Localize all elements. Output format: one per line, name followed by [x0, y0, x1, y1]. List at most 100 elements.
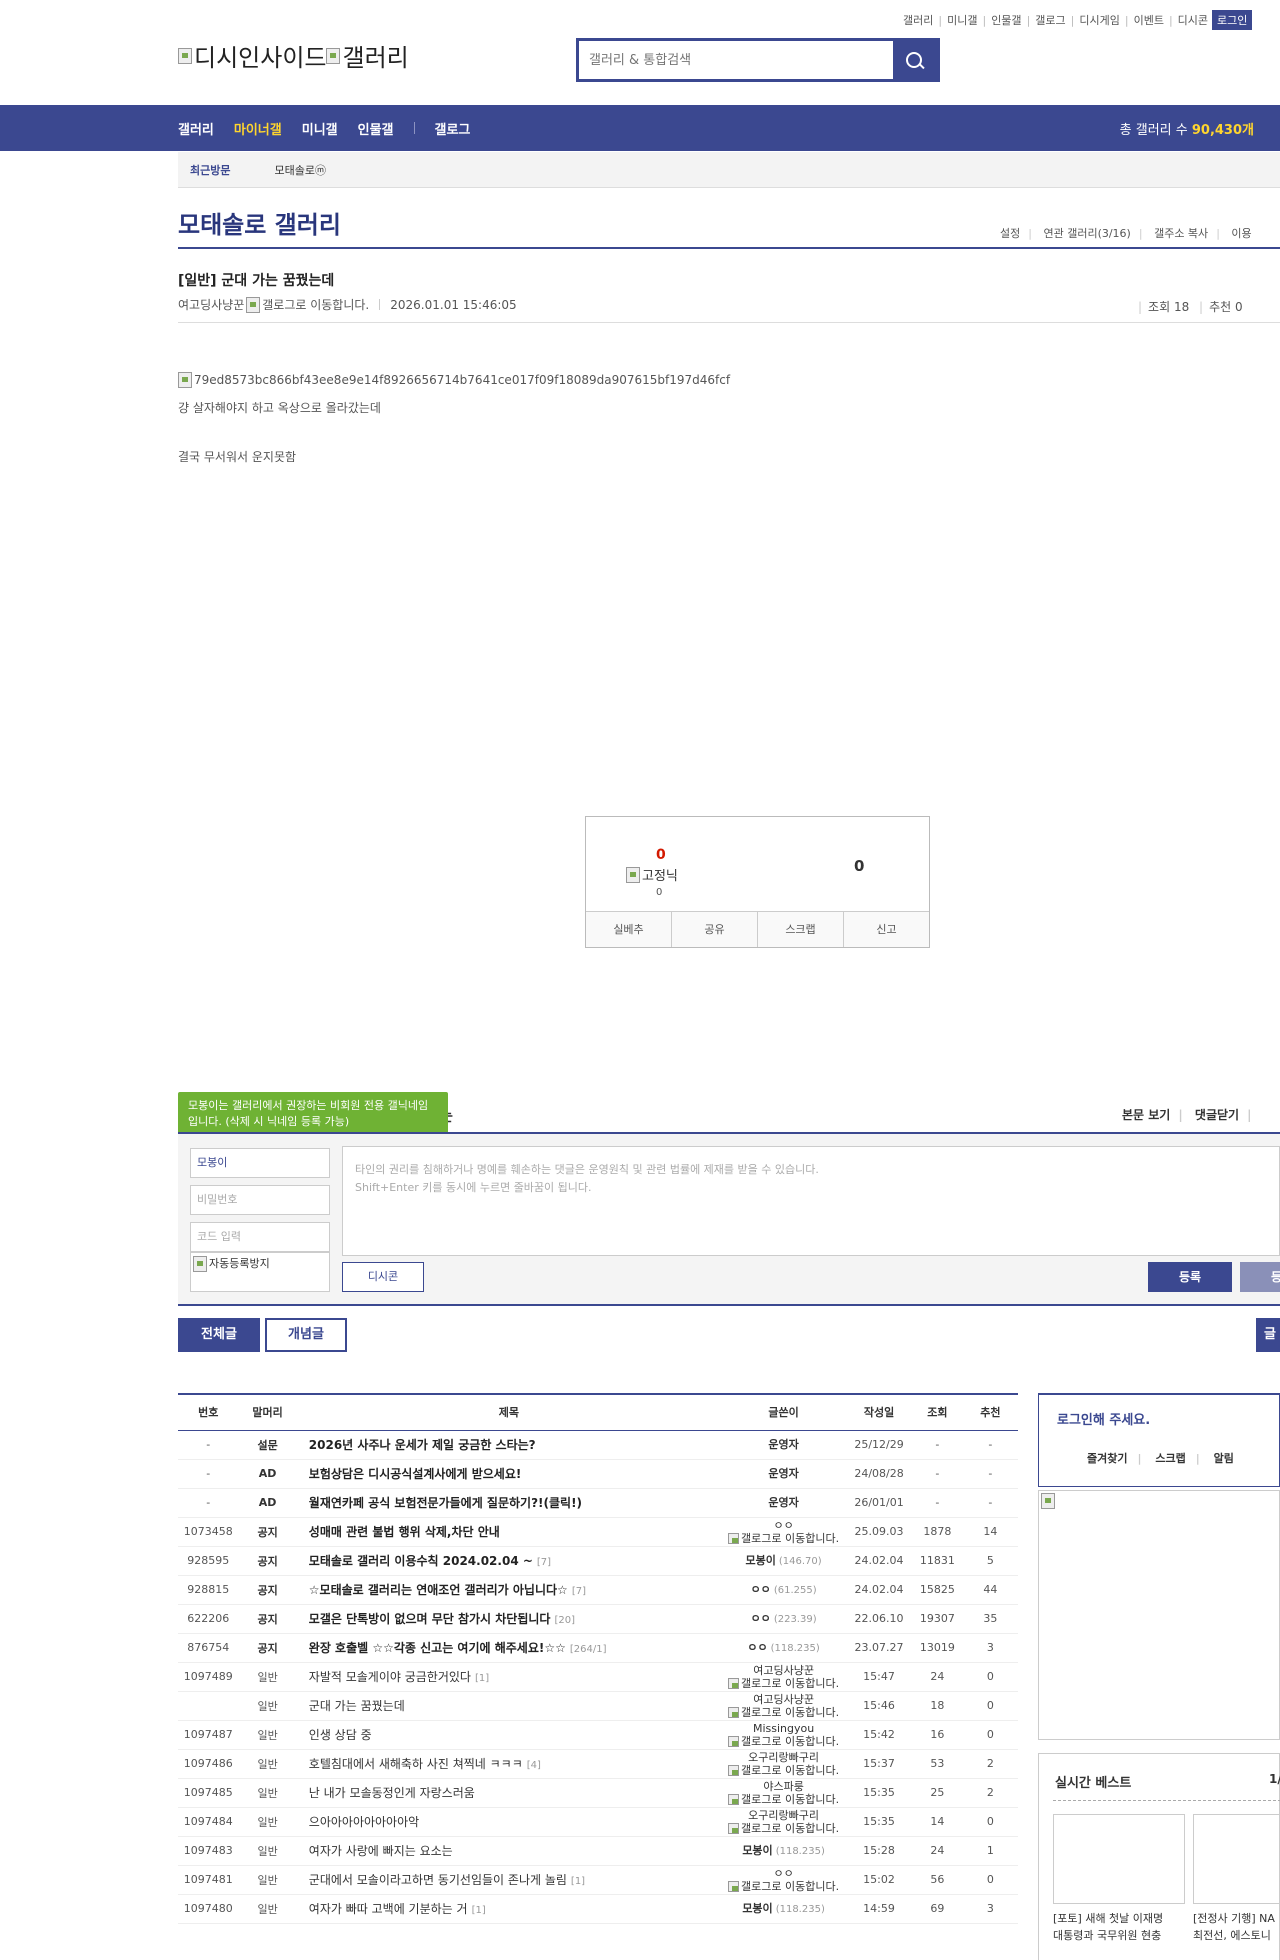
- side-favorites[interactable]: 즐겨찾기: [1087, 1452, 1127, 1465]
- scrap-button[interactable]: 스크랩: [758, 912, 844, 947]
- login-button[interactable]: 로그인: [1212, 10, 1253, 30]
- table-row[interactable]: 928815 공지 ☆모태솔로 갤러리는 연애조언 갤러리가 아닙니다☆ [7] ㅇㅇ(…: [178, 1575, 1018, 1605]
- topnav-event[interactable]: 이벤트: [1134, 12, 1164, 28]
- row-title[interactable]: 여자가 사랑에 빠지는 요소는: [296, 1836, 722, 1866]
- topnav-gallery[interactable]: 갤러리: [903, 12, 933, 28]
- row-writer[interactable]: ㅇㅇ (118.235): [721, 1633, 847, 1663]
- side-alarm[interactable]: 알림: [1214, 1452, 1234, 1465]
- comment-code-input[interactable]: 코드 입력: [190, 1222, 330, 1252]
- table-row[interactable]: 1097487 일반 인생 상담 중 Missingyou 갤로그로 이동합니다. 15:…: [178, 1720, 1018, 1750]
- row-reply-count[interactable]: [7]: [537, 1557, 551, 1568]
- best-thumb-1[interactable]: [1053, 1814, 1185, 1904]
- row-title-text[interactable]: ☆모태솔로 갤러리는 연애조언 갤러리가 아닙니다☆: [309, 1583, 568, 1597]
- row-reply-count[interactable]: [264/1]: [570, 1644, 607, 1655]
- view-post-button[interactable]: 본문 보기: [1122, 1108, 1170, 1122]
- table-row[interactable]: - 설문 2026년 사주나 운세가 제일 궁금한 스타는? 운영자 25/12/29-…: [178, 1430, 1018, 1460]
- row-title[interactable]: 완장 호출벨 ☆☆각종 신고는 여기에 해주세요!☆☆ [264/1]: [296, 1633, 722, 1663]
- table-row[interactable]: 928595 공지 모태솔로 갤러리 이용수칙 2024.02.04 ~ [7] 모봉이…: [178, 1546, 1018, 1576]
- topnav-game[interactable]: 디시게임: [1079, 12, 1119, 28]
- best-thumb-2[interactable]: [1193, 1814, 1280, 1904]
- side-scrap[interactable]: 스크랩: [1155, 1452, 1185, 1465]
- row-title[interactable]: 월재연카페 공식 보험전문가들에게 질문하기?!(클릭!): [296, 1488, 722, 1518]
- row-title-text[interactable]: 월재연카페 공식 보험전문가들에게 질문하기?!(클릭!): [309, 1496, 582, 1510]
- row-title-text[interactable]: 완장 호출벨 ☆☆각종 신고는 여기에 해주세요!☆☆: [309, 1641, 566, 1655]
- comment-submit-reply-button[interactable]: 등록: [1240, 1262, 1280, 1292]
- row-gallog-link[interactable]: 갤로그로 이동합니다.: [721, 1677, 846, 1690]
- row-writer[interactable]: 야스파룽 갤로그로 이동합니다.: [721, 1778, 847, 1808]
- row-title[interactable]: 자발적 모솔게이야 궁금한거있다 [1]: [296, 1662, 722, 1692]
- row-title[interactable]: 여자가 빠따 고백에 기분하는 거 [1]: [296, 1894, 722, 1924]
- post-author[interactable]: 여고딩사냥꾼: [178, 296, 244, 313]
- table-row[interactable]: 1097484 일반 으아아아아아아아아악 오구리랑빠구리 갤로그로 이동합니다. 15:…: [178, 1807, 1018, 1837]
- table-row[interactable]: 1097489 일반 자발적 모솔게이야 궁금한거있다 [1] 여고딩사냥꾼 갤로그로 이…: [178, 1662, 1018, 1692]
- row-gallog-link[interactable]: 갤로그로 이동합니다.: [721, 1822, 846, 1835]
- row-title[interactable]: 모갤은 단톡방이 없으며 무단 참가시 차단됩니다 [20]: [296, 1604, 722, 1634]
- nav-person-gallery[interactable]: 인물갤: [358, 119, 394, 138]
- row-writer[interactable]: 운영자: [721, 1430, 847, 1460]
- comment-nick-input[interactable]: 모봉이: [190, 1148, 330, 1178]
- row-title-text[interactable]: 난 내가 모솔동정인게 자랑스러움: [309, 1786, 475, 1800]
- row-title-text[interactable]: 호텔침대에서 새해축하 사진 쳐찍네 ㅋㅋㅋ: [309, 1757, 523, 1771]
- row-writer-name[interactable]: ㅇㅇ: [721, 1519, 846, 1532]
- row-reply-count[interactable]: [7]: [572, 1586, 586, 1597]
- topnav-dccon[interactable]: 디시콘: [1178, 12, 1208, 28]
- row-title-text[interactable]: 2026년 사주나 운세가 제일 궁금한 스타는?: [309, 1438, 536, 1452]
- table-row[interactable]: 622206 공지 모갤은 단톡방이 없으며 무단 참가시 차단됩니다 [20] ㅇㅇ(…: [178, 1604, 1018, 1634]
- write-button[interactable]: 글: [1256, 1318, 1280, 1352]
- row-writer-name[interactable]: 운영자: [721, 1438, 846, 1451]
- row-gallog-link[interactable]: 갤로그로 이동합니다.: [721, 1764, 846, 1777]
- nav-minor-gallery[interactable]: 마이너갤: [234, 119, 282, 138]
- row-writer-name[interactable]: Missingyou: [721, 1722, 846, 1735]
- topnav-mini[interactable]: 미니갤: [947, 12, 977, 28]
- table-row[interactable]: 1073458 공지 성매매 관련 불법 행위 삭제,차단 안내 ㅇㅇ 갤로그로 이동합…: [178, 1517, 1018, 1547]
- row-writer[interactable]: 모봉이 (118.235): [721, 1894, 847, 1924]
- side-ad-box[interactable]: [1038, 1490, 1280, 1740]
- row-title[interactable]: 성매매 관련 불법 행위 삭제,차단 안내: [296, 1517, 722, 1547]
- row-writer[interactable]: Missingyou 갤로그로 이동합니다.: [721, 1720, 847, 1750]
- gallog-icon[interactable]: [246, 296, 261, 313]
- row-reply-count[interactable]: [1]: [475, 1673, 489, 1684]
- row-title-text[interactable]: 여자가 사랑에 빠지는 요소는: [309, 1844, 453, 1858]
- table-row[interactable]: - AD 월재연카페 공식 보험전문가들에게 질문하기?!(클릭!) 운영자 26/01…: [178, 1488, 1018, 1518]
- row-title-text[interactable]: 모태솔로 갤러리 이용수칙 2024.02.04 ~: [309, 1554, 533, 1568]
- row-writer-name[interactable]: 오구리랑빠구리: [721, 1751, 846, 1764]
- row-writer-name[interactable]: 운영자: [721, 1467, 846, 1480]
- row-gallog-link[interactable]: 갤로그로 이동합니다.: [721, 1793, 846, 1806]
- table-row[interactable]: 1097481 일반 군대에서 모솔이라고하면 동기선임들이 존나게 놀림 [1] ㅇㅇ…: [178, 1865, 1018, 1895]
- row-writer-name[interactable]: 모봉이: [746, 1554, 776, 1567]
- row-gallog-link[interactable]: 갤로그로 이동합니다.: [721, 1735, 846, 1748]
- row-title-text[interactable]: 모갤은 단톡방이 없으며 무단 참가시 차단됩니다: [309, 1612, 551, 1626]
- row-gallog-link[interactable]: 갤로그로 이동합니다.: [721, 1880, 846, 1893]
- table-row[interactable]: 1097483 일반 여자가 사랑에 빠지는 요소는 모봉이 (118.235) 15:2…: [178, 1836, 1018, 1866]
- row-title[interactable]: 2026년 사주나 운세가 제일 궁금한 스타는?: [296, 1430, 722, 1460]
- row-title[interactable]: 인생 상담 중: [296, 1720, 722, 1750]
- copy-gallery-url[interactable]: 갤주소 복사: [1154, 227, 1208, 240]
- tab-concept-posts[interactable]: 개념글: [265, 1318, 347, 1352]
- share-button[interactable]: 공유: [672, 912, 758, 947]
- row-title-text[interactable]: 자발적 모솔게이야 궁금한거있다: [309, 1670, 471, 1684]
- gallery-settings[interactable]: 설정: [1000, 227, 1020, 240]
- row-title[interactable]: 난 내가 모솔동정인게 자랑스러움: [296, 1778, 722, 1808]
- row-title[interactable]: ☆모태솔로 갤러리는 연애조언 갤러리가 아닙니다☆ [7]: [296, 1575, 722, 1605]
- table-row[interactable]: 일반 군대 가는 꿈꿨는데 여고딩사냥꾼 갤로그로 이동합니다. 15:46 18 0: [178, 1691, 1018, 1721]
- row-writer[interactable]: ㅇㅇ (223.39): [721, 1604, 847, 1634]
- topnav-gallog[interactable]: 갤로그: [1035, 12, 1065, 28]
- row-writer-name[interactable]: ㅇㅇ: [751, 1583, 771, 1596]
- row-title[interactable]: 보험상담은 디시공식설계사에게 받으세요!: [296, 1459, 722, 1489]
- nav-gallog[interactable]: 갤로그: [435, 119, 471, 138]
- row-title-text[interactable]: 군대에서 모솔이라고하면 동기선임들이 존나게 놀림: [309, 1873, 567, 1887]
- side-login-title[interactable]: 로그인해 주세요.: [1057, 1409, 1150, 1428]
- comment-submit-button[interactable]: 등록: [1148, 1262, 1232, 1292]
- table-row[interactable]: 1097486 일반 호텔침대에서 새해축하 사진 쳐찍네 ㅋㅋㅋ [4] 오구리랑빠구…: [178, 1749, 1018, 1779]
- row-title[interactable]: 군대 가는 꿈꿨는데: [296, 1691, 722, 1721]
- row-writer-name[interactable]: 여고딩사냥꾼: [721, 1693, 846, 1706]
- comment-password-input[interactable]: 비밀번호: [190, 1185, 330, 1215]
- table-row[interactable]: 1097480 일반 여자가 빠따 고백에 기분하는 거 [1] 모봉이 (118.235…: [178, 1894, 1018, 1924]
- search-input[interactable]: [579, 41, 893, 79]
- row-title[interactable]: 호텔침대에서 새해축하 사진 쳐찍네 ㅋㅋㅋ [4]: [296, 1749, 722, 1779]
- row-writer-name[interactable]: 모봉이: [742, 1844, 772, 1857]
- row-title[interactable]: 으아아아아아아아아악: [296, 1807, 722, 1837]
- row-gallog-link[interactable]: 갤로그로 이동합니다.: [721, 1706, 846, 1719]
- row-writer[interactable]: 운영자: [721, 1459, 847, 1489]
- row-writer-name[interactable]: 오구리랑빠구리: [721, 1809, 846, 1822]
